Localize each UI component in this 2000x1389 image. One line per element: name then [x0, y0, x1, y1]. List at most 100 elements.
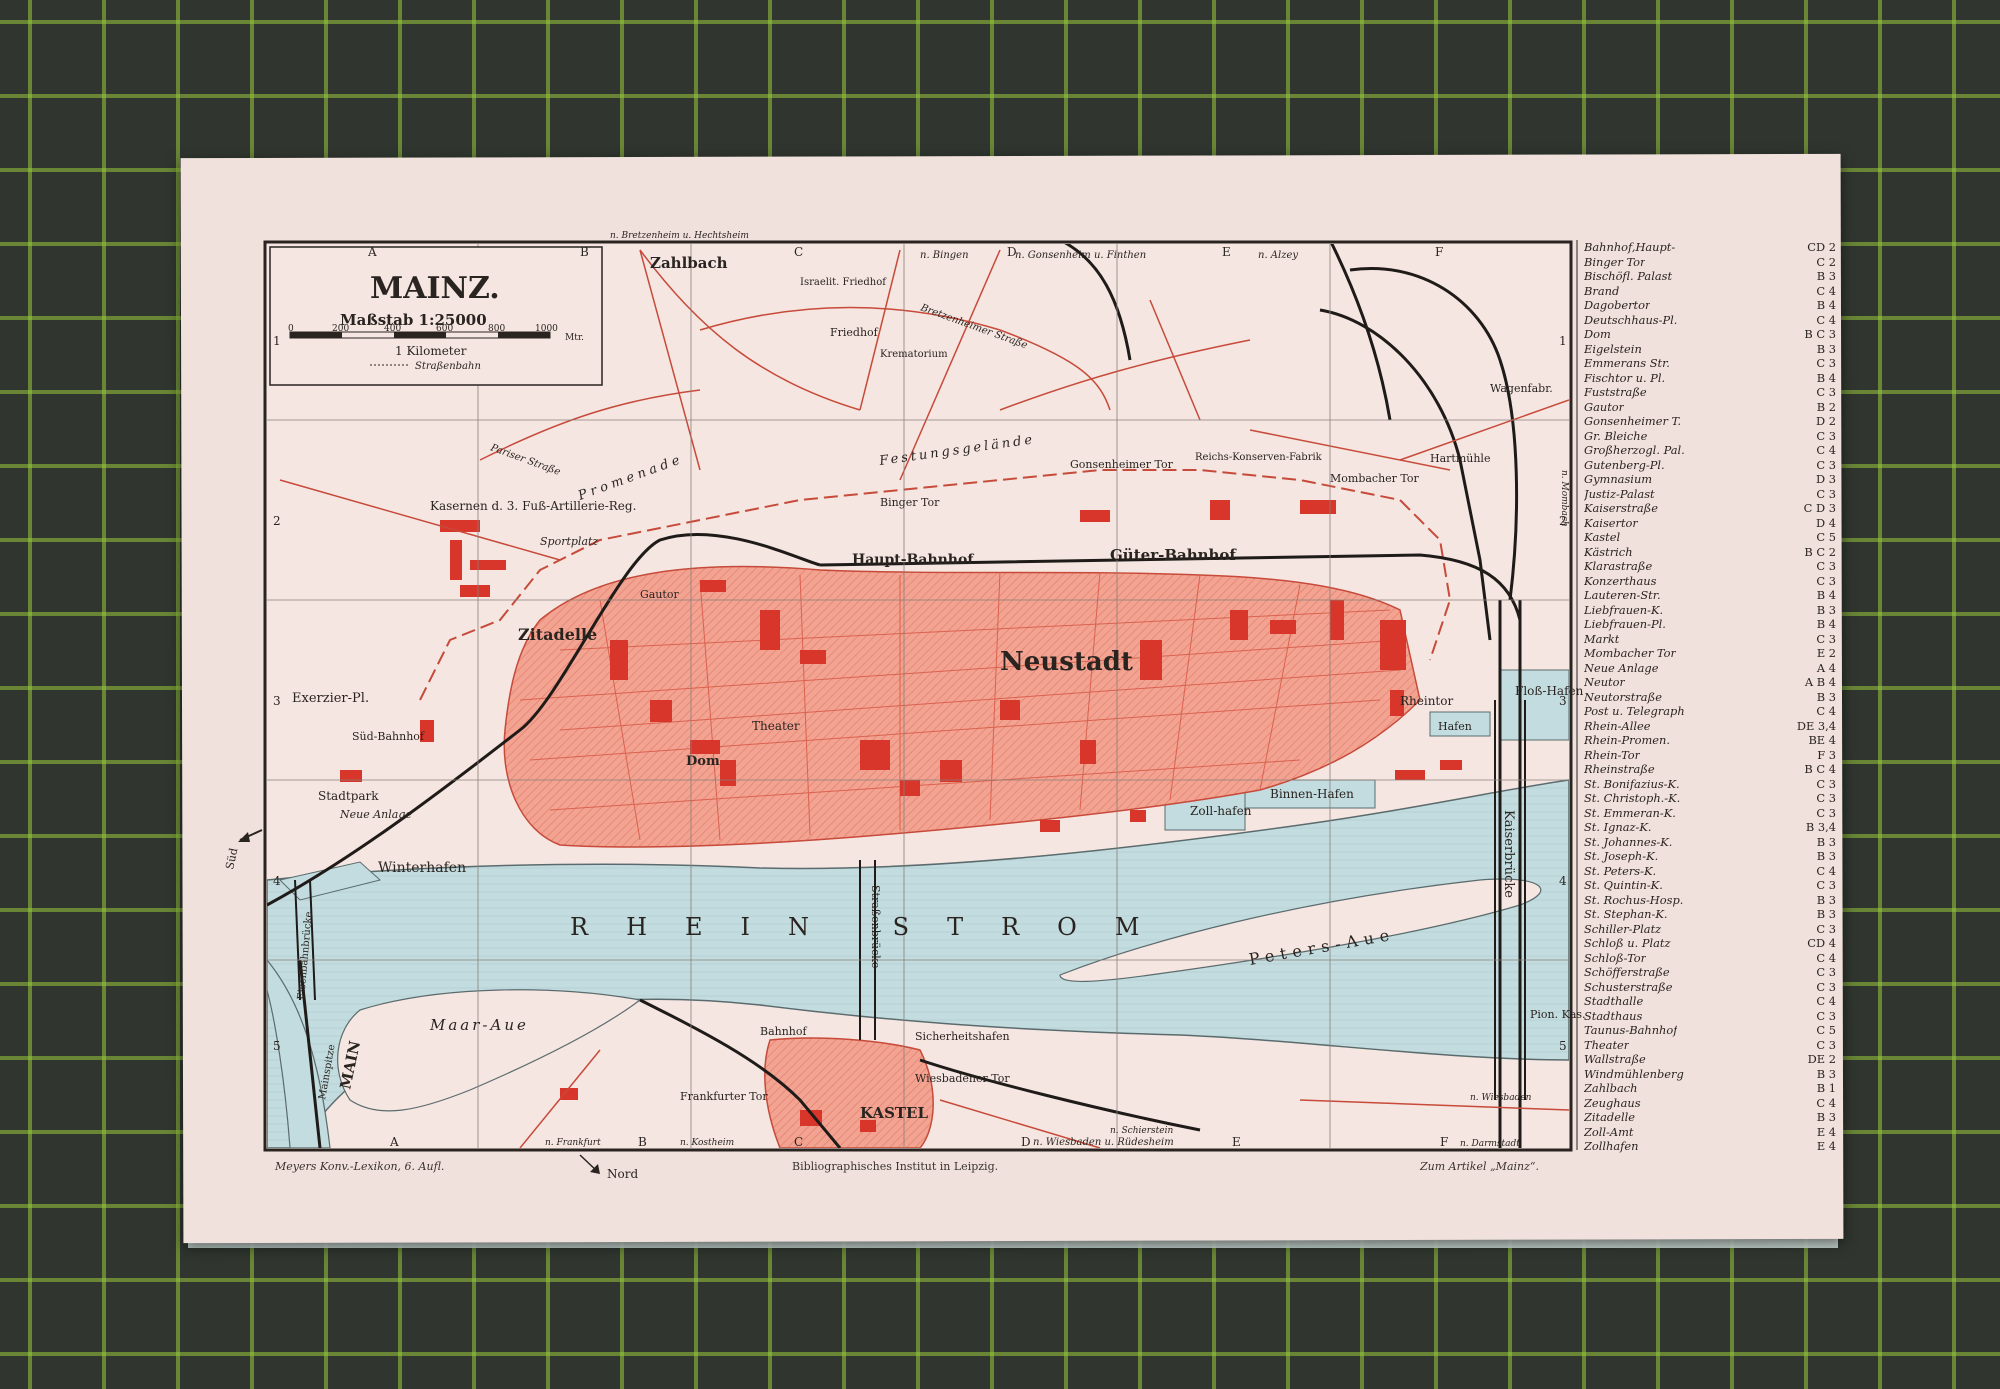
index-entry-grid-ref: C 3: [1816, 428, 1836, 443]
grid-row-label: 1: [273, 334, 281, 348]
index-entry: Zitadelle B 3: [1584, 1110, 1836, 1125]
index-entry: Rhein-Tor F 3: [1584, 748, 1836, 763]
index-entry: Schiller-Platz C 3: [1584, 922, 1836, 937]
index-entry-name: Stadthaus: [1584, 1008, 1643, 1023]
index-entry: Eigelstein B 3: [1584, 342, 1836, 357]
index-entry: Mombacher Tor E 2: [1584, 646, 1836, 661]
index-entry-grid-ref: C 3: [1816, 356, 1836, 370]
index-entry-name: Schloß-Tor: [1584, 950, 1647, 965]
grid-row-label: 3: [273, 694, 281, 708]
gautor-label: Gautor: [640, 588, 679, 601]
tram-legend-label: Straßenbahn: [415, 361, 481, 372]
index-entry: St. Peters-K. C 4: [1584, 864, 1836, 879]
index-entry-name: St. Stephan-K.: [1584, 907, 1668, 921]
index-entry: Gr. Bleiche C 3: [1584, 429, 1836, 444]
index-entry-name: Schloß u. Platz: [1584, 936, 1671, 950]
index-entry-grid-ref: D 4: [1815, 515, 1836, 530]
index-entry-grid-ref: C 4: [1816, 443, 1836, 457]
winterhafen-label: Winterhafen: [378, 860, 466, 876]
index-entry-grid-ref: B 3: [1816, 1110, 1836, 1124]
stadtpark-label: Stadtpark: [318, 789, 379, 803]
index-entry-grid-ref: CD 2: [1807, 240, 1836, 254]
index-entry-grid-ref: C 3: [1816, 385, 1836, 399]
index-entry: St. Johannes-K. B 3: [1584, 835, 1836, 850]
index-entry-grid-ref: C 3: [1816, 776, 1836, 791]
grid-col-label: E: [1222, 245, 1231, 259]
index-entry-name: Windmühlenberg: [1584, 1066, 1684, 1081]
index-entry: Liebfrauen-K. B 3: [1584, 603, 1836, 618]
haupt-bahnhof-label: Haupt-Bahnhof: [852, 552, 974, 568]
index-entry-grid-ref: C 2: [1816, 254, 1836, 269]
index-entry: Markt C 3: [1584, 632, 1836, 647]
index-entry-grid-ref: C D 3: [1803, 501, 1836, 515]
index-entry-grid-ref: D 3: [1815, 472, 1836, 486]
index-entry-name: Liebfrauen-K.: [1584, 602, 1664, 617]
index-entry: Rhein-Promen. BE 4: [1584, 733, 1836, 748]
index-entry-grid-ref: C 4: [1816, 704, 1836, 718]
index-entry: Brand C 4: [1584, 284, 1836, 299]
index-entry: Konzerthaus C 3: [1584, 574, 1836, 589]
road-label: n. Kostheim: [680, 1138, 734, 1148]
index-entry-name: St. Christoph.-K.: [1584, 791, 1681, 805]
reichs-konserven-label: Reichs-Konserven-Fabrik: [1195, 452, 1323, 463]
index-entry-name: Fischtor u. Pl.: [1584, 370, 1666, 385]
index-entry-grid-ref: C 3: [1816, 486, 1836, 501]
binnenhafen-label: Binnen-Hafen: [1270, 787, 1354, 801]
mombach-road-label: n. Mombach: [1559, 470, 1569, 527]
index-entry-name: Theater: [1584, 1037, 1630, 1052]
index-entry: Justiz-Palast C 3: [1584, 487, 1836, 502]
index-entry: Windmühlenberg B 3: [1584, 1067, 1836, 1082]
index-entry: Zahlbach B 1: [1584, 1081, 1836, 1096]
index-entry-name: Zoll-Amt: [1584, 1124, 1634, 1139]
index-entry-grid-ref: B 3: [1816, 1066, 1836, 1081]
index-entry: St. Stephan-K. B 3: [1584, 907, 1836, 922]
index-entry-grid-ref: B 3: [1816, 892, 1836, 907]
gueter-bahnhof-label: Güter-Bahnhof: [1110, 546, 1237, 564]
road-label: n. Bingen: [920, 250, 969, 261]
index-entry-name: Neutorstraße: [1584, 689, 1662, 704]
index-entry: St. Christoph.-K. C 3: [1584, 791, 1836, 806]
index-entry-name: St. Ignaz-K.: [1584, 820, 1652, 834]
index-entry-grid-ref: B 3: [1816, 602, 1836, 617]
index-entry-grid-ref: C 3: [1816, 631, 1836, 646]
footer-publisher: Bibliographisches Institut in Leipzig.: [792, 1160, 999, 1173]
index-entry-grid-ref: F 3: [1817, 747, 1836, 762]
index-entry: Schusterstraße C 3: [1584, 980, 1836, 995]
index-entry: Rhein-Allee DE 3,4: [1584, 719, 1836, 734]
index-entry: Schloß u. Platz CD 4: [1584, 936, 1836, 951]
index-entry-name: Zollhafen: [1584, 1139, 1639, 1153]
index-entry-grid-ref: C 5: [1816, 1023, 1836, 1037]
index-entry-grid-ref: C 3: [1816, 1037, 1836, 1052]
index-entry-name: Kaiserstraße: [1584, 501, 1658, 515]
index-entry: Kaisertor D 4: [1584, 516, 1836, 531]
index-entry-name: Konzerthaus: [1584, 573, 1657, 588]
index-entry-name: Kastel: [1584, 530, 1621, 544]
index-entry-grid-ref: B 3: [1816, 689, 1836, 704]
index-entry-grid-ref: C 3: [1816, 805, 1836, 820]
index-entry-name: Zeughaus: [1584, 1095, 1641, 1110]
index-entry: St. Bonifazius-K. C 3: [1584, 777, 1836, 792]
index-entry-name: Gr. Bleiche: [1584, 428, 1648, 443]
index-entry-name: Rhein-Promen.: [1584, 733, 1670, 747]
index-entry-name: Post u. Telegraph: [1584, 704, 1685, 718]
index-entry: Gymnasium D 3: [1584, 472, 1836, 487]
index-entry-name: Bischöfl. Palast: [1584, 269, 1673, 283]
sicherheitshafen-label: Sicherheitshafen: [915, 1030, 1010, 1043]
index-entry: Liebfrauen-Pl. B 4: [1584, 617, 1836, 632]
index-entry: Rheinstraße B C 4: [1584, 762, 1836, 777]
grid-col-label: B: [580, 245, 589, 259]
scale-tick: 200: [332, 324, 349, 334]
index-entry-name: Taunus-Bahnhof: [1584, 1023, 1678, 1037]
road-label: n. Frankfurt: [545, 1138, 601, 1148]
grid-col-label: C: [794, 1135, 803, 1149]
map-title: MAINZ.: [370, 271, 500, 306]
index-entry: Dagobertor B 4: [1584, 298, 1836, 313]
index-entry: Schloß-Tor C 4: [1584, 951, 1836, 966]
index-entry-name: Dagobertor: [1584, 298, 1651, 312]
index-entry-name: Großherzogl. Pal.: [1584, 443, 1685, 457]
index-entry-grid-ref: B 3: [1816, 269, 1836, 283]
grid-row-label: 1: [1559, 334, 1567, 348]
index-entry-grid-ref: C 3: [1816, 921, 1836, 936]
index-entry-grid-ref: B 4: [1816, 370, 1836, 385]
index-entry-grid-ref: B 4: [1816, 617, 1836, 631]
